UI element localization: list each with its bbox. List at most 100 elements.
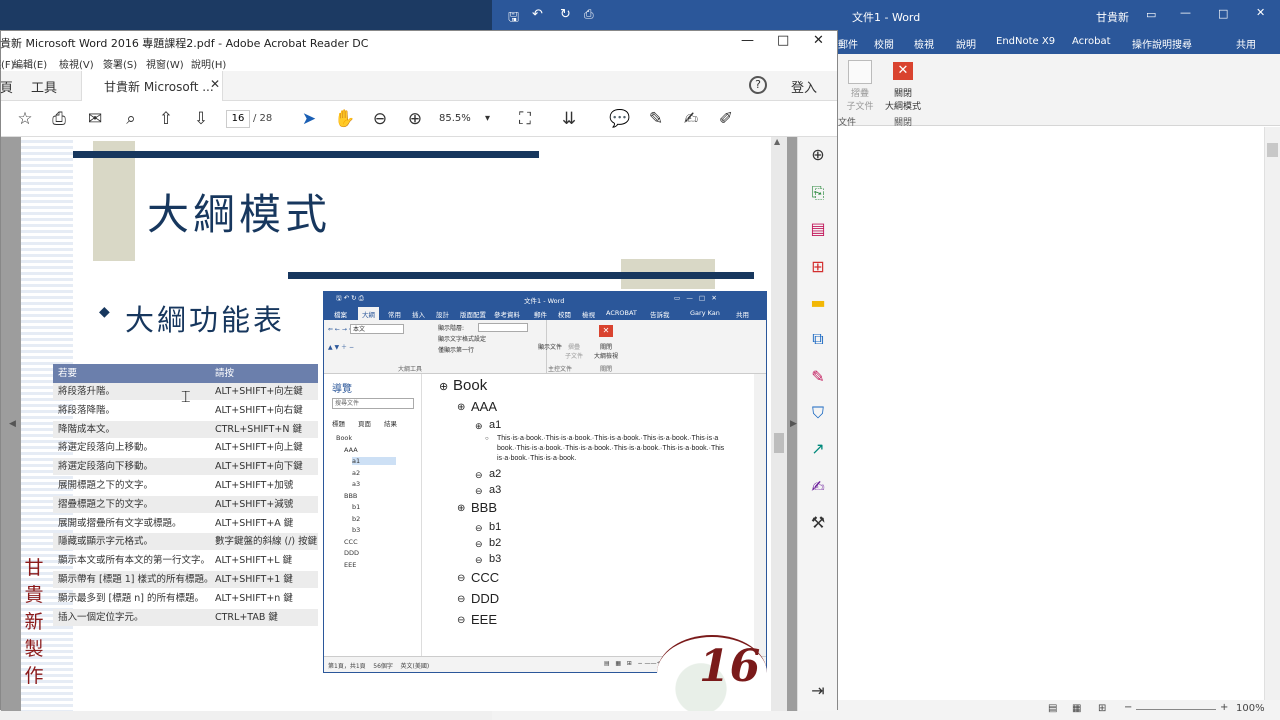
menu-window[interactable]: 視窗(W) (146, 56, 184, 71)
tab-document[interactable]: 甘貴新 Microsoft ... ✕ (81, 71, 223, 101)
help-icon[interactable]: ? (749, 76, 767, 94)
outline-a3: a3 (489, 484, 502, 496)
scroll-up-icon[interactable]: ▲ (774, 137, 780, 146)
tab-endnote[interactable]: EndNote X9 (996, 36, 1055, 47)
zoom-tool-icon[interactable]: ⊕ (806, 143, 830, 167)
redo-icon[interactable]: ↻ (560, 7, 571, 22)
zoom-slider[interactable] (1136, 709, 1216, 710)
inset-tab: ACROBAT (606, 309, 637, 317)
protect-icon[interactable]: ⛉ (806, 401, 830, 425)
menu-sign[interactable]: 簽署(S) (103, 56, 137, 71)
page-number-input[interactable]: 16 (226, 110, 250, 128)
share-button[interactable]: 共用 (1236, 36, 1256, 51)
inset-show-format: 顯示文字格式設定 (438, 336, 487, 343)
close-icon[interactable]: ✕ (813, 33, 824, 48)
tab-acrobat[interactable]: Acrobat (1072, 36, 1111, 47)
table-row: 隱藏或顯示字元格式。 數字鍵盤的斜線 (/) 按鍵 (53, 533, 318, 551)
email-icon[interactable]: ✉ (83, 107, 107, 131)
cell-action: 將選定段落向下移動。 (58, 461, 154, 473)
prev-page-icon[interactable]: ⇧ (154, 107, 178, 131)
highlight-icon[interactable]: ✎ (644, 107, 668, 131)
save-icon[interactable]: 🖫 (508, 8, 519, 30)
menu-help[interactable]: 說明(H) (191, 56, 226, 71)
tab-mail[interactable]: 郵件 (838, 36, 858, 51)
next-page-icon[interactable]: ⇩ (189, 107, 213, 131)
table-row: 降階成本文。 CTRL+SHIFT+N 鍵 (53, 420, 318, 438)
menu-view[interactable]: 檢視(V) (59, 56, 94, 71)
sign-icon[interactable]: ✍ (679, 107, 703, 131)
zoom-in-icon[interactable]: + (1220, 702, 1228, 713)
tab-tools[interactable]: 工具 (31, 77, 57, 96)
outline-body-line: book.·This·is·a·book.·This·is·a·book.·Th… (497, 445, 725, 452)
cell-action: 展開或摺疊所有文字或標題。 (58, 517, 182, 529)
minimize-icon[interactable]: — (741, 33, 754, 48)
zoom-out-icon[interactable]: − (1124, 702, 1132, 713)
web-layout-icon[interactable]: ⊞ (1098, 703, 1106, 714)
search-icon[interactable]: ⌕ (119, 107, 143, 131)
menu-edit[interactable]: 編輯(E) (13, 56, 47, 71)
inset-nav-tab: 結果 (384, 420, 397, 428)
print-preview-icon[interactable]: ⎙ (584, 7, 594, 22)
ribbon-options-icon[interactable]: ▭ (1146, 8, 1156, 21)
combine-files-icon[interactable]: ⧉ (806, 327, 830, 351)
more-tools-icon[interactable]: ⚒ (806, 511, 830, 535)
send-review-icon[interactable]: ↗ (806, 437, 830, 461)
tab-home[interactable]: 首頁 (0, 77, 13, 96)
collapse-right-icon[interactable]: ▶ (790, 419, 797, 429)
acrobat-vertical-scrollbar[interactable]: ▲ (771, 137, 787, 711)
scroll-thumb[interactable] (774, 433, 784, 453)
outline-bullet-icon: ⊖ (475, 523, 483, 533)
cell-action: 插入一個定位字元。 (58, 611, 144, 623)
login-button[interactable]: 登入 (791, 77, 817, 96)
fill-sign-icon[interactable]: ✐ (714, 107, 738, 131)
collapse-pane-icon[interactable]: ⇥ (806, 679, 830, 703)
scroll-thumb[interactable] (1267, 143, 1278, 157)
close-outline-label[interactable]: 關閉 大綱模式 (880, 86, 926, 112)
hand-tool-icon[interactable]: ✋ (333, 107, 357, 131)
col-header-keys: 請按 (215, 368, 235, 379)
zoom-in-icon[interactable]: ⊕ (403, 107, 427, 131)
export-pdf-icon[interactable]: ⎘ (806, 181, 830, 205)
tab-help[interactable]: 說明 (956, 36, 976, 51)
inset-ribbon: ⇐ ← → ⇒ 本文 ▲ ▼ ＋ − 顯示階層: 顯示文字格式設定 僅顯示第一行… (324, 320, 766, 374)
comment-icon[interactable]: 💬 (608, 107, 632, 131)
inset-group-close: 關閉 (600, 366, 613, 373)
read-mode-icon[interactable]: ▤ (1048, 703, 1057, 714)
print-icon[interactable]: ⎙ (47, 107, 71, 131)
comment-tool-icon[interactable]: ▬ (806, 291, 830, 315)
zoom-level[interactable]: 100% (1236, 703, 1265, 714)
collapse-left-icon[interactable]: ◀ (9, 419, 16, 429)
bookmark-star-icon[interactable]: ☆ (13, 107, 37, 131)
body-bullet-icon: ○ (485, 436, 489, 442)
tell-me-search[interactable]: 操作說明搜尋 (1132, 36, 1192, 51)
nav-tree-item: BBB (344, 491, 358, 500)
fit-page-icon[interactable]: ⛶ (513, 107, 537, 131)
collapse-subdoc-icon[interactable] (848, 60, 872, 84)
create-pdf-icon[interactable]: ⊞ (806, 255, 830, 279)
maximize-icon[interactable]: □ (1218, 7, 1228, 20)
zoom-out-icon[interactable]: ⊖ (368, 107, 392, 131)
zoom-dropdown[interactable]: 85.5% ▾ (439, 110, 495, 128)
print-layout-icon[interactable]: ▦ (1072, 703, 1081, 714)
close-tab-icon[interactable]: ✕ (210, 77, 220, 91)
undo-icon[interactable]: ↶ (532, 7, 543, 22)
tab-review[interactable]: 校閱 (874, 36, 894, 51)
tab-view[interactable]: 檢視 (914, 36, 934, 51)
maximize-icon[interactable]: □ (777, 33, 789, 48)
minimize-icon[interactable]: — (1180, 6, 1191, 19)
fill-sign-tool-icon[interactable]: ✎ (806, 365, 830, 389)
cell-keys: ALT+SHIFT+L 鍵 (215, 555, 293, 567)
scroll-mode-icon[interactable]: ⇊ (557, 107, 581, 131)
organize-pages-icon[interactable]: ▤ (806, 217, 830, 241)
outline-bullet-icon: ⊖ (457, 594, 466, 605)
sign-tool-icon[interactable]: ✍ (806, 475, 830, 499)
close-outline-icon[interactable]: ✕ (893, 62, 913, 80)
cell-keys: ALT+SHIFT+向右鍵 (215, 404, 303, 416)
close-icon[interactable]: ✕ (1256, 6, 1265, 19)
author-char: 新 (24, 611, 44, 633)
word-vertical-scrollbar[interactable] (1264, 127, 1280, 700)
select-cursor-icon[interactable]: ➤ (297, 107, 321, 131)
author-vertical: 甘 貴 新 製 作 (23, 555, 45, 690)
word-user[interactable]: 甘貴新 (1096, 9, 1129, 25)
outline-bullet-icon: ⊖ (475, 555, 483, 565)
